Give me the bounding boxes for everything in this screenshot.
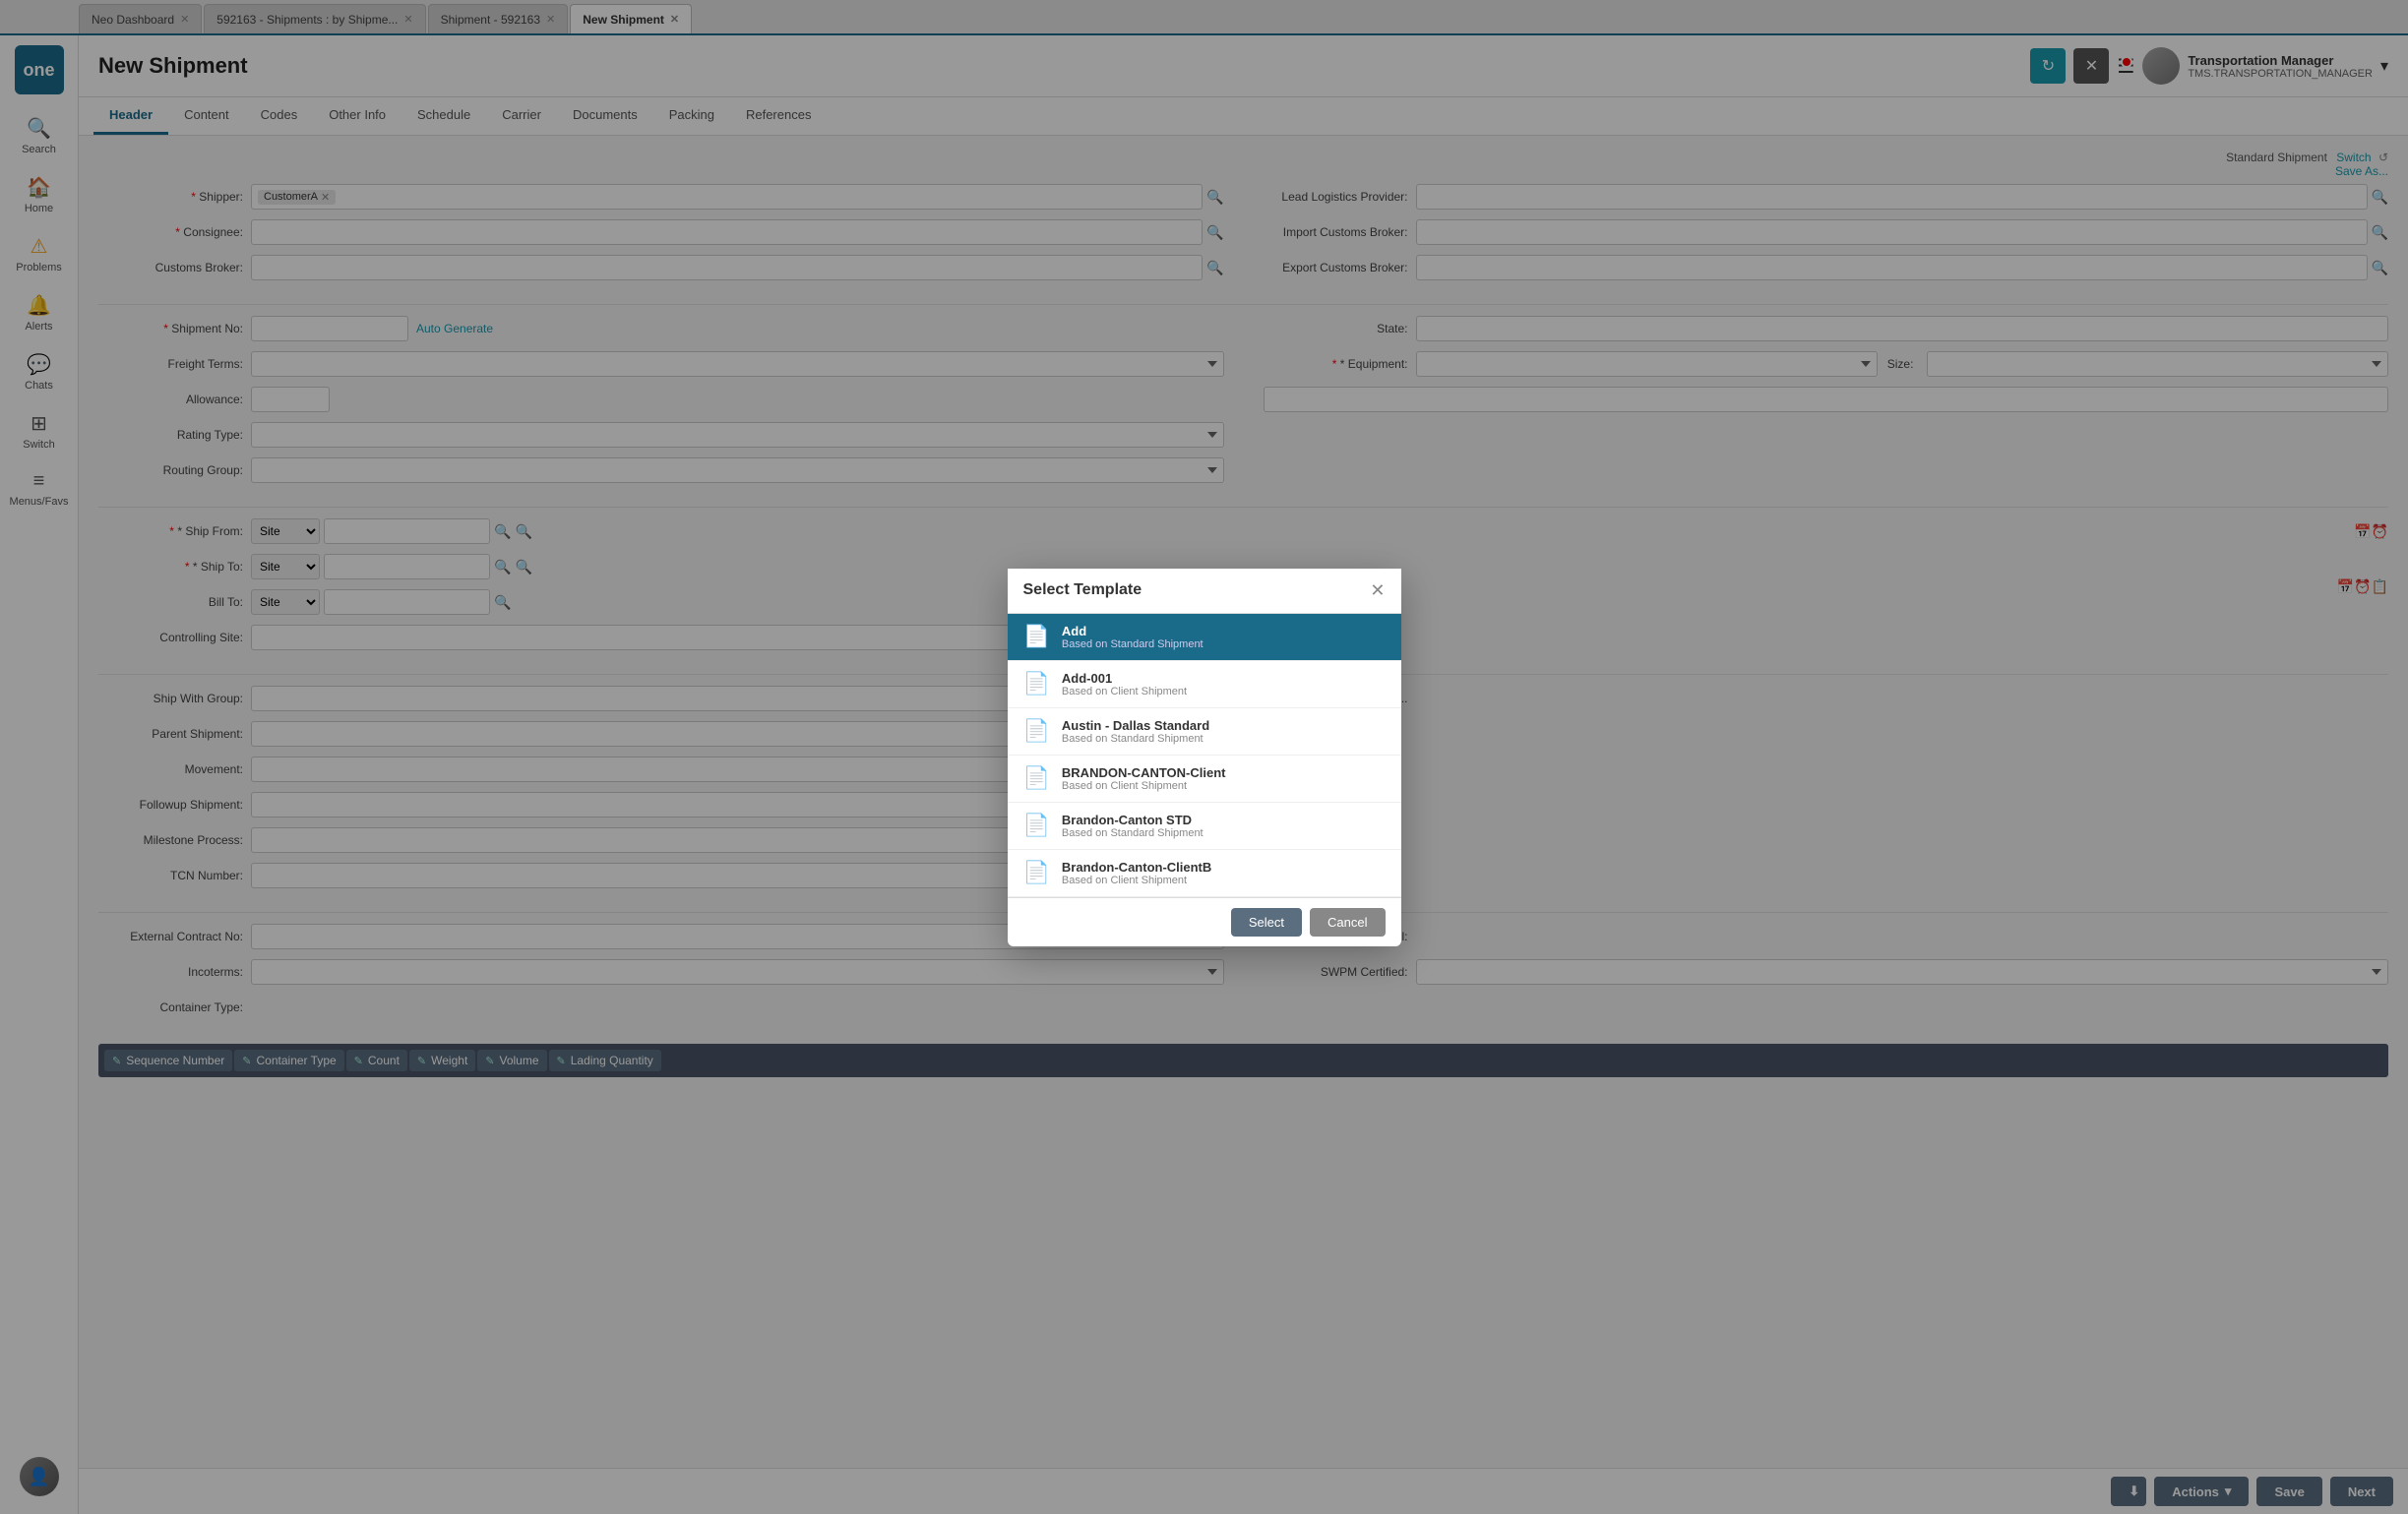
template-name-5: Brandon-Canton-ClientB [1062,860,1211,875]
template-icon-3: 📄 [1023,765,1050,791]
template-info-0: Add Based on Standard Shipment [1062,624,1204,650]
modal-title: Select Template [1023,581,1142,599]
modal-body: 📄 Add Based on Standard Shipment 📄 Add-0… [1008,614,1401,897]
template-item-4[interactable]: 📄 Brandon-Canton STD Based on Standard S… [1008,803,1401,850]
modal-header: Select Template ✕ [1008,569,1401,614]
template-name-2: Austin - Dallas Standard [1062,718,1209,733]
select-template-modal: Select Template ✕ 📄 Add Based on Standar… [1008,569,1401,946]
template-name-0: Add [1062,624,1204,638]
template-icon-4: 📄 [1023,813,1050,838]
template-item-1[interactable]: 📄 Add-001 Based on Client Shipment [1008,661,1401,708]
modal-cancel-button[interactable]: Cancel [1310,908,1385,937]
template-item-0[interactable]: 📄 Add Based on Standard Shipment [1008,614,1401,661]
modal-footer: Select Cancel [1008,897,1401,946]
template-info-4: Brandon-Canton STD Based on Standard Shi… [1062,813,1204,839]
template-name-3: BRANDON-CANTON-Client [1062,765,1226,780]
template-icon-5: 📄 [1023,860,1050,885]
template-sub-0: Based on Standard Shipment [1062,638,1204,650]
template-sub-5: Based on Client Shipment [1062,875,1211,886]
template-sub-1: Based on Client Shipment [1062,686,1187,697]
template-icon-2: 📄 [1023,718,1050,744]
template-icon-1: 📄 [1023,671,1050,696]
template-info-1: Add-001 Based on Client Shipment [1062,671,1187,697]
template-icon-0: 📄 [1023,624,1050,649]
template-sub-4: Based on Standard Shipment [1062,827,1204,839]
template-info-5: Brandon-Canton-ClientB Based on Client S… [1062,860,1211,886]
template-name-4: Brandon-Canton STD [1062,813,1204,827]
template-sub-2: Based on Standard Shipment [1062,733,1209,745]
template-name-1: Add-001 [1062,671,1187,686]
template-item-2[interactable]: 📄 Austin - Dallas Standard Based on Stan… [1008,708,1401,756]
template-info-3: BRANDON-CANTON-Client Based on Client Sh… [1062,765,1226,792]
template-item-3[interactable]: 📄 BRANDON-CANTON-Client Based on Client … [1008,756,1401,803]
modal-select-button[interactable]: Select [1231,908,1302,937]
modal-overlay: Select Template ✕ 📄 Add Based on Standar… [0,0,2408,1514]
template-sub-3: Based on Client Shipment [1062,780,1226,792]
modal-close-button[interactable]: ✕ [1370,580,1385,601]
template-item-5[interactable]: 📄 Brandon-Canton-ClientB Based on Client… [1008,850,1401,897]
template-info-2: Austin - Dallas Standard Based on Standa… [1062,718,1209,745]
